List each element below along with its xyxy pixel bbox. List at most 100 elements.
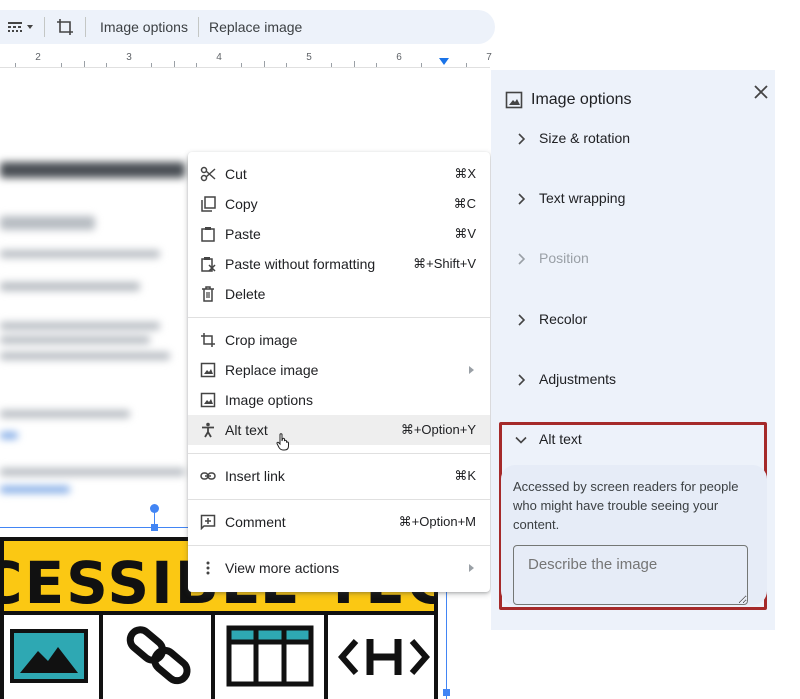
right-indent-marker[interactable]: [439, 58, 449, 65]
menu-item-label: Alt text: [225, 422, 268, 438]
submenu-arrow-icon: [469, 366, 474, 374]
blurred-subheading: [0, 216, 95, 230]
image-options-panel: Image options Size & rotation Text wrapp…: [491, 70, 775, 630]
blurred-line: [0, 282, 140, 291]
toolbar-divider: [85, 17, 86, 37]
tile-divider: [211, 615, 215, 699]
blurred-link: [0, 486, 70, 493]
ruler-tick: [174, 61, 175, 67]
panel-title: Image options: [531, 91, 632, 108]
copy-icon: [200, 196, 216, 212]
crop-icon: [200, 332, 216, 348]
menu-item-paste-without-formatting[interactable]: Paste without formatting ⌘+Shift+V: [188, 249, 490, 279]
menu-divider: [188, 499, 490, 500]
ruler-tick: [354, 61, 355, 67]
blurred-line: [0, 322, 160, 330]
ruler-tick: [84, 61, 85, 67]
hand-pointer-cursor-icon: [276, 433, 289, 451]
close-icon: [754, 85, 768, 99]
replace-image-button[interactable]: Replace image: [203, 19, 308, 35]
menu-item-shortcut: ⌘C: [453, 196, 476, 211]
menu-item-copy[interactable]: Copy ⌘C: [188, 189, 490, 219]
menu-item-view-more-actions[interactable]: View more actions: [188, 553, 490, 583]
resize-handle[interactable]: [151, 524, 158, 531]
chevron-right-icon: [518, 314, 525, 326]
ruler-number: 5: [306, 52, 312, 63]
crop-icon: [57, 19, 73, 35]
menu-item-alt-text[interactable]: Alt text ⌘+Option+Y: [188, 415, 490, 445]
clipboard-icon: [200, 226, 216, 242]
section-label: Position: [539, 250, 589, 266]
close-button[interactable]: [749, 80, 773, 104]
ruler-tick: [376, 63, 377, 67]
menu-item-label: View more actions: [225, 560, 340, 576]
image-icon: [505, 91, 523, 109]
resize-handle[interactable]: [443, 689, 450, 696]
menu-divider: [188, 317, 490, 318]
menu-item-label: Comment: [225, 514, 286, 530]
menu-item-insert-link[interactable]: Insert link ⌘K: [188, 461, 490, 491]
image-options-button[interactable]: Image options: [94, 19, 194, 35]
clipboard-clear-icon: [200, 256, 216, 272]
section-alt-text[interactable]: Alt text: [491, 420, 775, 460]
menu-item-paste[interactable]: Paste ⌘V: [188, 219, 490, 249]
border-style-dropdown[interactable]: [6, 10, 36, 44]
menu-item-replace-image[interactable]: Replace image: [188, 355, 490, 385]
chevron-right-icon: [518, 133, 525, 145]
ruler-tick: [241, 63, 242, 67]
menu-item-label: Delete: [225, 286, 266, 302]
section-label: Text wrapping: [539, 190, 626, 206]
menu-item-cut[interactable]: Cut ⌘X: [188, 159, 490, 189]
menu-item-shortcut: ⌘V: [454, 226, 476, 241]
image-icon: [200, 362, 216, 378]
menu-item-label: Cut: [225, 166, 247, 182]
menu-item-image-options[interactable]: Image options: [188, 385, 490, 415]
section-label: Size & rotation: [539, 130, 631, 146]
section-adjustments[interactable]: Adjustments: [491, 360, 775, 400]
menu-item-shortcut: ⌘K: [454, 468, 476, 483]
menu-item-label: Copy: [225, 196, 258, 212]
panel-header: Image options: [503, 80, 773, 120]
menu-item-label: Insert link: [225, 468, 285, 484]
blurred-line: [0, 410, 130, 418]
alt-text-description: Accessed by screen readers for people wh…: [513, 479, 739, 532]
menu-item-shortcut: ⌘+Option+M: [398, 514, 476, 529]
alt-text-input[interactable]: [513, 545, 748, 605]
menu-item-label: Replace image: [225, 362, 319, 378]
link-icon: [200, 468, 216, 484]
tile-divider: [99, 615, 103, 699]
menu-item-delete[interactable]: Delete: [188, 279, 490, 309]
ruler-tick: [421, 63, 422, 67]
menu-divider: [188, 453, 490, 454]
section-size-rotation[interactable]: Size & rotation: [491, 119, 775, 159]
image-icon: [200, 392, 216, 408]
menu-item-label: Image options: [225, 392, 313, 408]
blurred-link: [0, 432, 18, 439]
blurred-line: [0, 250, 160, 258]
ruler-tick: [331, 63, 332, 67]
section-text-wrapping[interactable]: Text wrapping: [491, 179, 775, 219]
tile-divider: [324, 615, 328, 699]
link-tile-icon: [126, 626, 191, 685]
menu-item-comment[interactable]: Comment ⌘+Option+M: [188, 507, 490, 537]
rotation-handle[interactable]: [150, 504, 159, 513]
chevron-right-icon: [518, 253, 525, 265]
menu-item-label: Crop image: [225, 332, 298, 348]
ruler-tick: [151, 63, 152, 67]
blurred-line: [0, 468, 185, 476]
menu-item-crop-image[interactable]: Crop image: [188, 325, 490, 355]
section-label: Recolor: [539, 311, 588, 327]
image-icon-row: [0, 615, 438, 699]
horizontal-ruler[interactable]: 2 3 4 5 6 7: [0, 50, 492, 68]
ruler-number: 3: [126, 52, 132, 63]
scissors-icon: [200, 166, 216, 182]
trash-icon: [200, 286, 216, 302]
crop-button[interactable]: [53, 10, 77, 44]
comment-add-icon: [200, 514, 216, 530]
ruler-number: 6: [396, 52, 402, 63]
ruler-tick: [196, 63, 197, 67]
ruler-tick: [106, 63, 107, 67]
menu-item-shortcut: ⌘X: [454, 166, 476, 181]
image-toolbar: Image options Replace image: [0, 10, 495, 44]
section-recolor[interactable]: Recolor: [491, 300, 775, 340]
